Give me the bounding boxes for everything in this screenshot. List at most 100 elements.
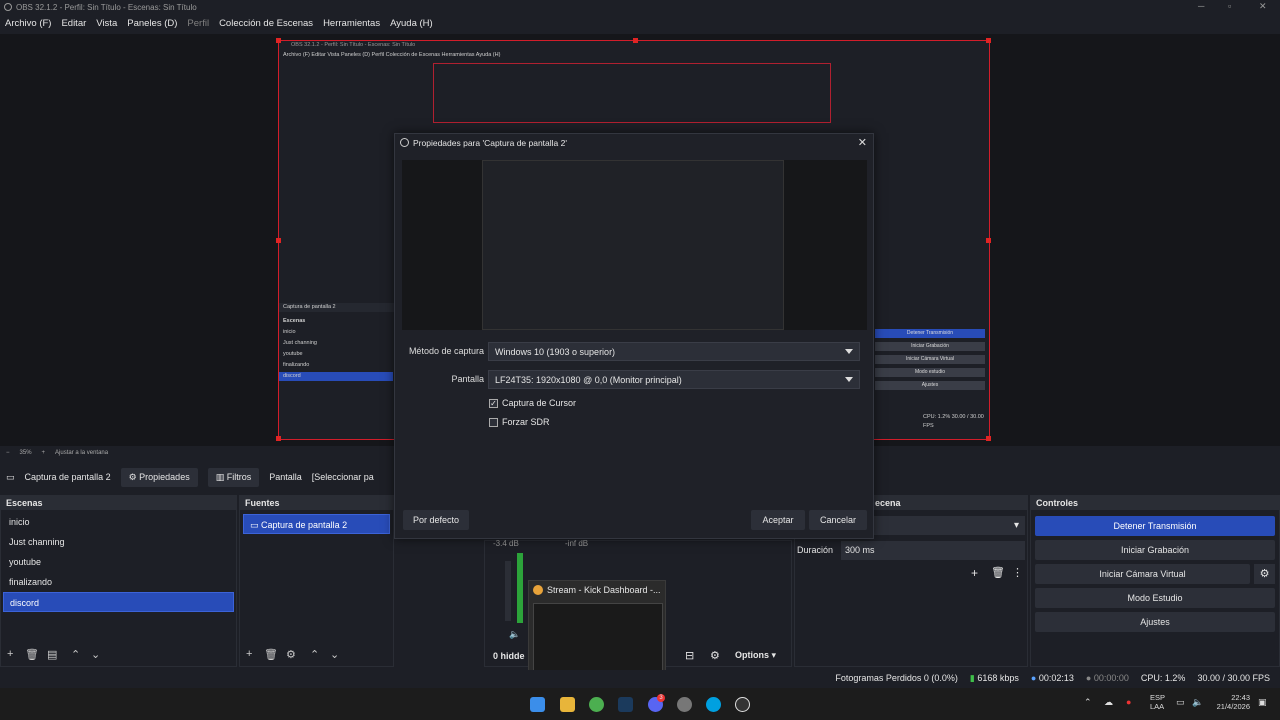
resize-handle[interactable] — [986, 436, 991, 441]
resize-handle[interactable] — [986, 238, 991, 243]
accept-button[interactable]: Aceptar — [751, 510, 805, 530]
zoom-fit[interactable]: Ajustar a la ventana — [55, 447, 108, 459]
cursor-checkbox[interactable]: ✓ — [489, 399, 498, 408]
resize-handle[interactable] — [276, 38, 281, 43]
transition-select[interactable]: ▾ — [873, 516, 1025, 535]
copilot-icon[interactable] — [706, 697, 721, 712]
settings-button[interactable]: Ajustes — [1035, 612, 1275, 632]
sdr-checkbox[interactable] — [489, 418, 498, 427]
menu-perfil[interactable]: Perfil — [187, 18, 209, 30]
virtual-cam-button[interactable]: Iniciar Cámara Virtual — [1035, 564, 1250, 584]
obs-icon — [400, 138, 409, 147]
mini-scene: discord — [279, 372, 393, 381]
resize-handle[interactable] — [986, 38, 991, 43]
mixer-layout-icon[interactable]: ⊟ — [685, 649, 694, 662]
menu-coleccion[interactable]: Colección de Escenas — [219, 18, 313, 30]
zoom-in-icon[interactable]: + — [42, 447, 46, 459]
network-icon[interactable]: ▭ — [1176, 697, 1185, 708]
mini-scene: Just channing — [283, 340, 317, 346]
popup-thumbnail — [533, 603, 663, 671]
language-indicator[interactable]: ESP LAA — [1150, 693, 1165, 711]
tray-chevron-icon[interactable]: ⌃ — [1084, 697, 1092, 708]
mini-scene: inicio — [283, 329, 296, 335]
mixer-settings-icon[interactable]: ⚙ — [710, 649, 720, 662]
cancel-button[interactable]: Cancelar — [809, 510, 867, 530]
method-select[interactable]: Windows 10 (1903 o superior) — [488, 342, 860, 361]
scene-item[interactable]: inicio — [3, 512, 234, 532]
settings-app-icon[interactable] — [677, 697, 692, 712]
stop-stream-button[interactable]: Detener Transmisión — [1035, 516, 1275, 536]
menu-paneles[interactable]: Paneles (D) — [127, 18, 177, 30]
screen-select[interactable]: [Seleccionar pa — [312, 472, 374, 482]
chrome-icon[interactable] — [589, 697, 604, 712]
more-options-icon[interactable]: ⋮ — [1012, 566, 1023, 579]
discord-badge: 3 — [657, 694, 665, 702]
scene-item[interactable]: youtube — [3, 552, 234, 572]
add-scene-icon[interactable]: + — [7, 648, 13, 660]
filter-scene-icon[interactable]: ▤ — [47, 648, 57, 661]
speaker-icon[interactable]: 🔈 — [509, 629, 520, 640]
resize-handle[interactable] — [276, 238, 281, 243]
sources-header: Fuentes — [240, 496, 393, 510]
move-down-icon[interactable]: ⌄ — [330, 648, 339, 661]
menu-ayuda[interactable]: Ayuda (H) — [390, 18, 433, 30]
chrome-icon — [533, 585, 543, 595]
scene-item-selected[interactable]: discord — [3, 592, 234, 612]
options-button[interactable]: Options ▾ — [735, 650, 776, 661]
screen-select[interactable]: LF24T35: 1920x1080 @ 0,0 (Monitor princi… — [488, 370, 860, 389]
properties-button[interactable]: ⚙ Propiedades — [120, 467, 198, 487]
menu-editar[interactable]: Editar — [61, 18, 86, 30]
resize-handle[interactable] — [276, 436, 281, 441]
sdr-label: Forzar SDR — [502, 417, 550, 427]
menu-archivo[interactable]: Archivo (F) — [5, 18, 51, 30]
source-item[interactable]: ▭ Captura de pantalla 2 — [243, 514, 390, 534]
onedrive-icon[interactable]: ☁ — [1104, 697, 1113, 708]
move-up-icon[interactable]: ⌃ — [71, 648, 80, 661]
bitrate: ▮ 6168 kbps — [969, 673, 1019, 683]
windows-start-icon[interactable] — [530, 697, 545, 712]
obs-taskbar-icon[interactable] — [735, 697, 750, 712]
menu-vista[interactable]: Vista — [96, 18, 117, 30]
scene-item[interactable]: Just channing — [3, 532, 234, 552]
menu-herramientas[interactable]: Herramientas — [323, 18, 380, 30]
mic-icon[interactable]: ● — [1126, 697, 1131, 707]
zoom-out-icon[interactable]: − — [6, 447, 10, 459]
move-up-icon[interactable]: ⌃ — [310, 648, 319, 661]
close-icon[interactable]: ✕ — [1259, 1, 1267, 12]
resize-handle[interactable] — [633, 38, 638, 43]
filters-button[interactable]: ▥ Filtros — [207, 467, 260, 487]
virtual-cam-settings-icon[interactable]: ⚙ — [1254, 564, 1275, 584]
monitor-icon: ▭ — [6, 471, 15, 482]
add-source-icon[interactable]: + — [246, 648, 252, 660]
delete-scene-icon[interactable]: 🗑 — [25, 648, 39, 661]
clock[interactable]: 22:43 21/4/2026 — [1214, 693, 1250, 711]
maximize-icon[interactable]: ▫ — [1228, 1, 1231, 11]
menu-bar: Archivo (F) Editar Vista Paneles (D) Per… — [0, 15, 1280, 33]
scene-item[interactable]: finalizando — [3, 572, 234, 592]
close-icon[interactable]: ✕ — [858, 136, 867, 149]
duration-input[interactable]: 300 ms — [841, 541, 1025, 560]
mini-control: Modo estudio — [875, 368, 985, 377]
mini-control: Iniciar Cámara Virtual — [875, 355, 985, 364]
duration-label: Duración — [797, 545, 834, 555]
mini-control: Iniciar Grabación — [875, 342, 985, 351]
move-down-icon[interactable]: ⌄ — [91, 648, 100, 661]
delete-transition-icon[interactable]: 🗑 — [991, 566, 1005, 579]
file-explorer-icon[interactable] — [560, 697, 575, 712]
minimize-icon[interactable]: ─ — [1198, 1, 1204, 11]
notification-icon[interactable]: ▣ — [1258, 697, 1267, 708]
defaults-button[interactable]: Por defecto — [403, 510, 469, 530]
steam-icon[interactable] — [618, 697, 633, 712]
dialog-title: Propiedades para 'Captura de pantalla 2' — [413, 138, 567, 148]
add-transition-icon[interactable]: + — [971, 566, 978, 580]
taskbar-preview-popup[interactable]: Stream - Kick Dashboard -... — [528, 580, 666, 674]
delete-source-icon[interactable]: 🗑 — [264, 648, 278, 661]
start-record-button[interactable]: Iniciar Grabación — [1035, 540, 1275, 560]
volume-icon[interactable]: 🔈 — [1192, 697, 1203, 708]
studio-mode-button[interactable]: Modo Estudio — [1035, 588, 1275, 608]
source-settings-icon[interactable]: ⚙ — [286, 648, 296, 661]
mini-control: Ajustes — [875, 381, 985, 390]
volume-slider[interactable] — [505, 561, 511, 621]
title-bar: OBS 32.1.2 - Perfil: Sin Título - Escena… — [0, 0, 1280, 14]
screen-label: Pantalla — [451, 374, 484, 384]
